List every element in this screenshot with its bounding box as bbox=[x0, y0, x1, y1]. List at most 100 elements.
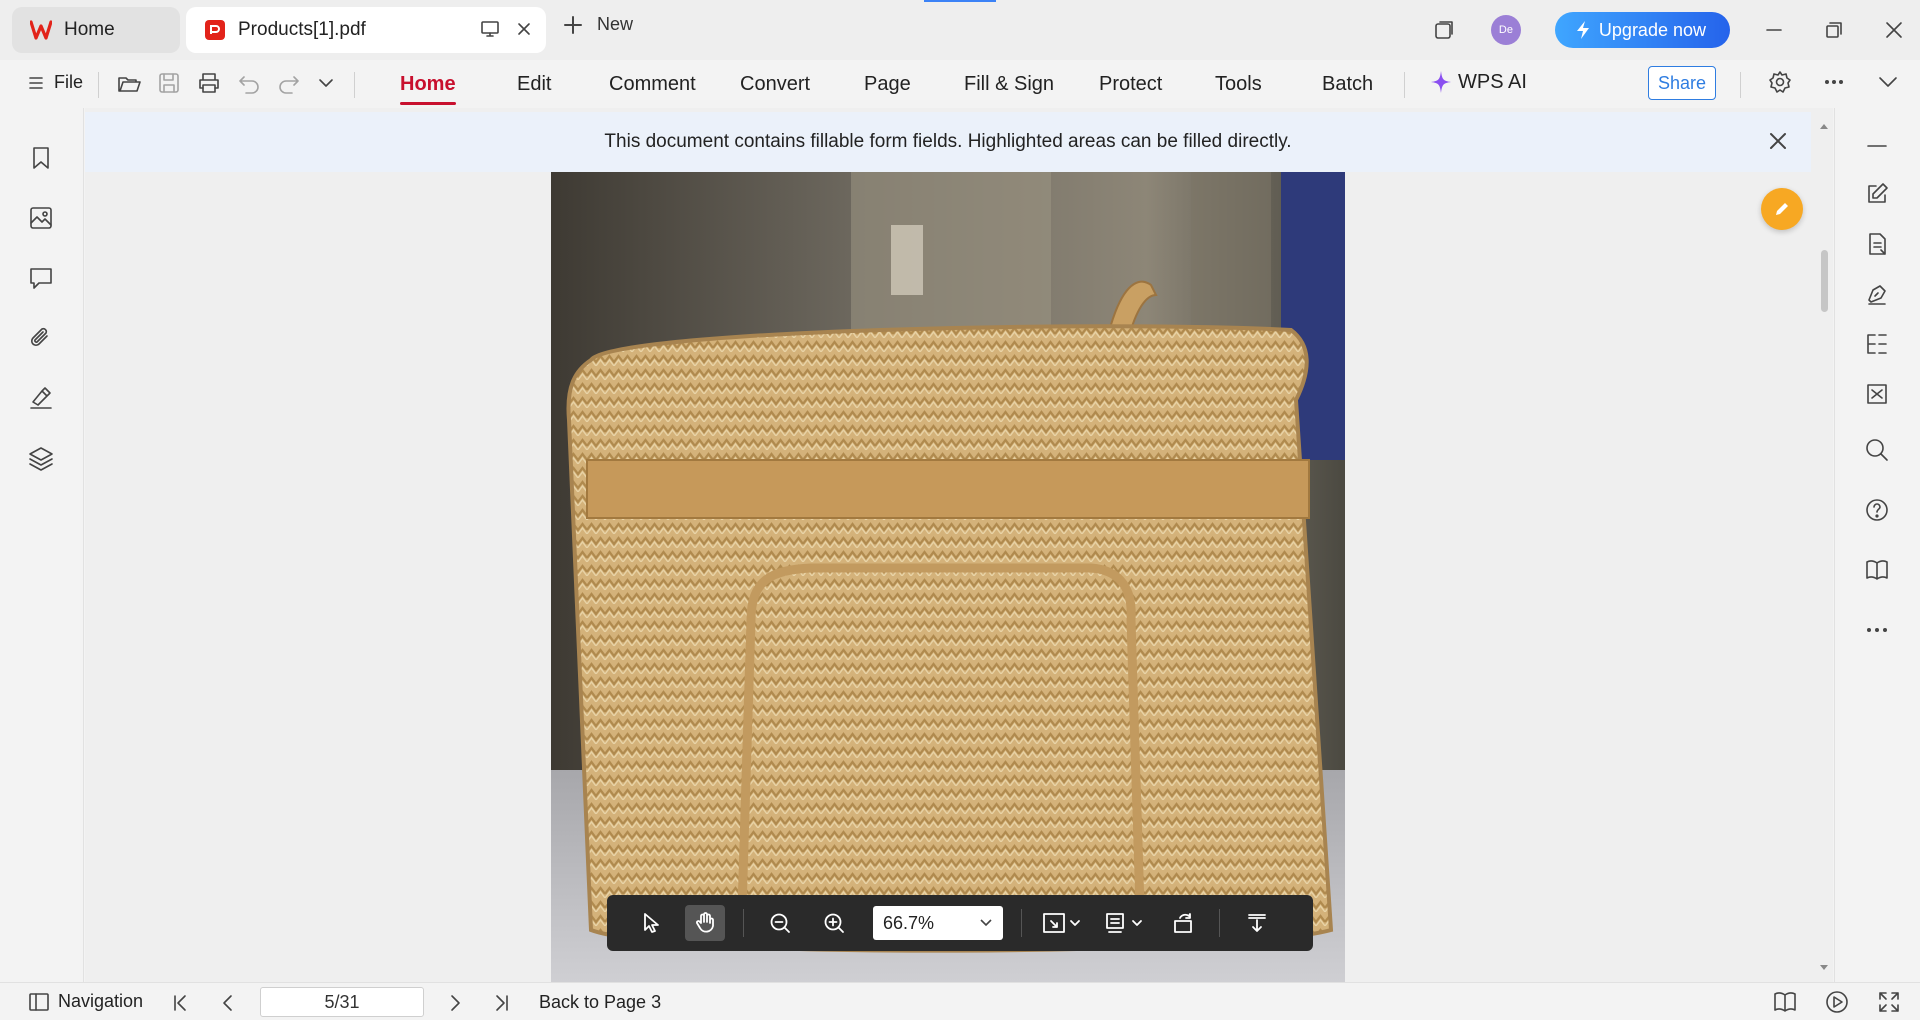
tab-home-label: Home bbox=[64, 19, 115, 40]
tab-home[interactable]: Home bbox=[12, 7, 180, 53]
undo-icon[interactable] bbox=[236, 70, 262, 96]
zoom-in-icon bbox=[824, 913, 844, 933]
file-menu-label: File bbox=[54, 72, 84, 92]
window-controls: De Upgrade now bbox=[1433, 0, 1920, 60]
first-page-icon[interactable] bbox=[170, 993, 190, 1013]
search-icon[interactable] bbox=[1863, 436, 1891, 464]
upgrade-button[interactable]: Upgrade now bbox=[1554, 12, 1730, 48]
next-page-icon[interactable] bbox=[445, 993, 465, 1013]
navigation-toggle[interactable]: Navigation bbox=[28, 991, 143, 1012]
tab-batch[interactable]: Batch bbox=[1322, 73, 1373, 96]
document-icon[interactable] bbox=[1863, 230, 1891, 258]
fullscreen-icon[interactable] bbox=[1876, 989, 1902, 1015]
scroll-down-icon[interactable] bbox=[1815, 962, 1833, 974]
fit-page-button[interactable] bbox=[1035, 905, 1087, 941]
hand-tool-button[interactable] bbox=[685, 905, 725, 941]
vertical-scrollbar[interactable] bbox=[1815, 108, 1833, 982]
page-number-input[interactable]: 5/31 bbox=[260, 987, 424, 1017]
share-button[interactable]: Share bbox=[1648, 66, 1716, 100]
last-page-icon[interactable] bbox=[492, 993, 512, 1013]
rotate-button[interactable] bbox=[1163, 905, 1203, 941]
close-tab-icon[interactable] bbox=[514, 19, 534, 39]
collapse-icon[interactable] bbox=[1863, 132, 1891, 160]
active-tab-indicator bbox=[400, 102, 456, 105]
loading-indicator bbox=[924, 0, 996, 2]
thumbnail-icon[interactable] bbox=[27, 204, 55, 232]
toolbar-divider bbox=[1021, 909, 1022, 937]
zoom-level-select[interactable]: 66.7% bbox=[873, 906, 1003, 940]
more-icon[interactable] bbox=[1863, 616, 1891, 644]
wps-ai-button[interactable]: WPS AI bbox=[1430, 70, 1527, 94]
zoom-out-button[interactable] bbox=[760, 905, 800, 941]
layers-icon[interactable] bbox=[27, 444, 55, 472]
tab-document-label: Products[1].pdf bbox=[238, 19, 366, 40]
back-to-page-link[interactable]: Back to Page 3 bbox=[539, 992, 661, 1013]
comment-icon[interactable] bbox=[27, 264, 55, 292]
plus-icon bbox=[564, 15, 582, 34]
scroll-mode-button[interactable] bbox=[1237, 905, 1277, 941]
minimize-icon[interactable] bbox=[1764, 20, 1784, 40]
compare-icon[interactable] bbox=[1863, 330, 1891, 358]
navigation-label: Navigation bbox=[58, 991, 144, 1011]
page-layout-icon bbox=[1106, 913, 1142, 933]
help-icon[interactable] bbox=[1863, 496, 1891, 524]
chevron-down-icon[interactable] bbox=[316, 73, 336, 93]
desktop-icon[interactable] bbox=[480, 19, 500, 39]
quick-access bbox=[116, 70, 336, 96]
tab-comment[interactable]: Comment bbox=[609, 73, 696, 96]
settings-gear-icon[interactable] bbox=[1768, 70, 1792, 94]
reading-mode-icon[interactable] bbox=[1772, 989, 1798, 1015]
toolbar-divider bbox=[1740, 72, 1741, 98]
new-tab-label: New bbox=[597, 14, 634, 34]
tab-fill-sign[interactable]: Fill & Sign bbox=[964, 73, 1054, 96]
attachment-icon[interactable] bbox=[27, 324, 55, 352]
tab-tools[interactable]: Tools bbox=[1215, 73, 1262, 96]
bookmark-icon[interactable] bbox=[27, 144, 55, 172]
hand-icon bbox=[696, 912, 714, 933]
save-icon[interactable] bbox=[156, 70, 182, 96]
play-slideshow-icon[interactable] bbox=[1824, 989, 1850, 1015]
redo-icon[interactable] bbox=[276, 70, 302, 96]
banner-message: This document contains fillable form fie… bbox=[604, 131, 1292, 152]
lightning-icon bbox=[1576, 21, 1589, 39]
tab-convert[interactable]: Convert bbox=[740, 73, 810, 96]
view-mode-controls bbox=[1772, 989, 1902, 1015]
toolbar-divider bbox=[354, 72, 355, 98]
book-icon[interactable] bbox=[1863, 556, 1891, 584]
tab-home-ribbon[interactable]: Home bbox=[400, 73, 456, 96]
scan-icon[interactable] bbox=[1863, 380, 1891, 408]
zoom-out-icon bbox=[770, 913, 790, 933]
pen-icon[interactable] bbox=[1863, 280, 1891, 308]
avatar[interactable]: De bbox=[1490, 15, 1521, 45]
edit-fab-button[interactable] bbox=[1761, 188, 1803, 230]
tab-document[interactable]: Products[1].pdf bbox=[186, 7, 546, 53]
print-icon[interactable] bbox=[196, 70, 222, 96]
toolbar-right-actions bbox=[1768, 70, 1900, 94]
wps-ai-label: WPS AI bbox=[1458, 70, 1527, 93]
tab-protect[interactable]: Protect bbox=[1099, 73, 1162, 96]
signature-icon[interactable] bbox=[27, 384, 55, 412]
file-menu-button[interactable]: File bbox=[28, 72, 83, 93]
scrollbar-thumb[interactable] bbox=[1821, 250, 1828, 312]
tab-page[interactable]: Page bbox=[864, 73, 911, 96]
document-viewport[interactable]: This document contains fillable form fie… bbox=[85, 108, 1833, 982]
page-layout-button[interactable] bbox=[1097, 905, 1149, 941]
tab-edit[interactable]: Edit bbox=[517, 73, 551, 96]
fit-page-icon bbox=[1043, 913, 1080, 933]
open-folder-icon[interactable] bbox=[116, 70, 142, 96]
new-tab-button[interactable]: New bbox=[563, 14, 633, 35]
form-fields-banner: This document contains fillable form fie… bbox=[85, 112, 1811, 172]
status-bar: Navigation 5/31 Back to Page 3 bbox=[0, 982, 1920, 1020]
more-options-icon[interactable] bbox=[1822, 70, 1846, 94]
close-window-icon[interactable] bbox=[1884, 20, 1904, 40]
zoom-in-button[interactable] bbox=[814, 905, 854, 941]
close-banner-icon[interactable] bbox=[1767, 130, 1789, 152]
wps-logo-icon bbox=[30, 20, 52, 40]
select-tool-button[interactable] bbox=[632, 905, 672, 941]
window-switch-icon[interactable] bbox=[1433, 19, 1455, 41]
edit-icon[interactable] bbox=[1863, 180, 1891, 208]
collapse-ribbon-icon[interactable] bbox=[1876, 70, 1900, 94]
scroll-up-icon[interactable] bbox=[1815, 120, 1833, 132]
restore-icon[interactable] bbox=[1824, 20, 1844, 40]
previous-page-icon[interactable] bbox=[218, 993, 238, 1013]
